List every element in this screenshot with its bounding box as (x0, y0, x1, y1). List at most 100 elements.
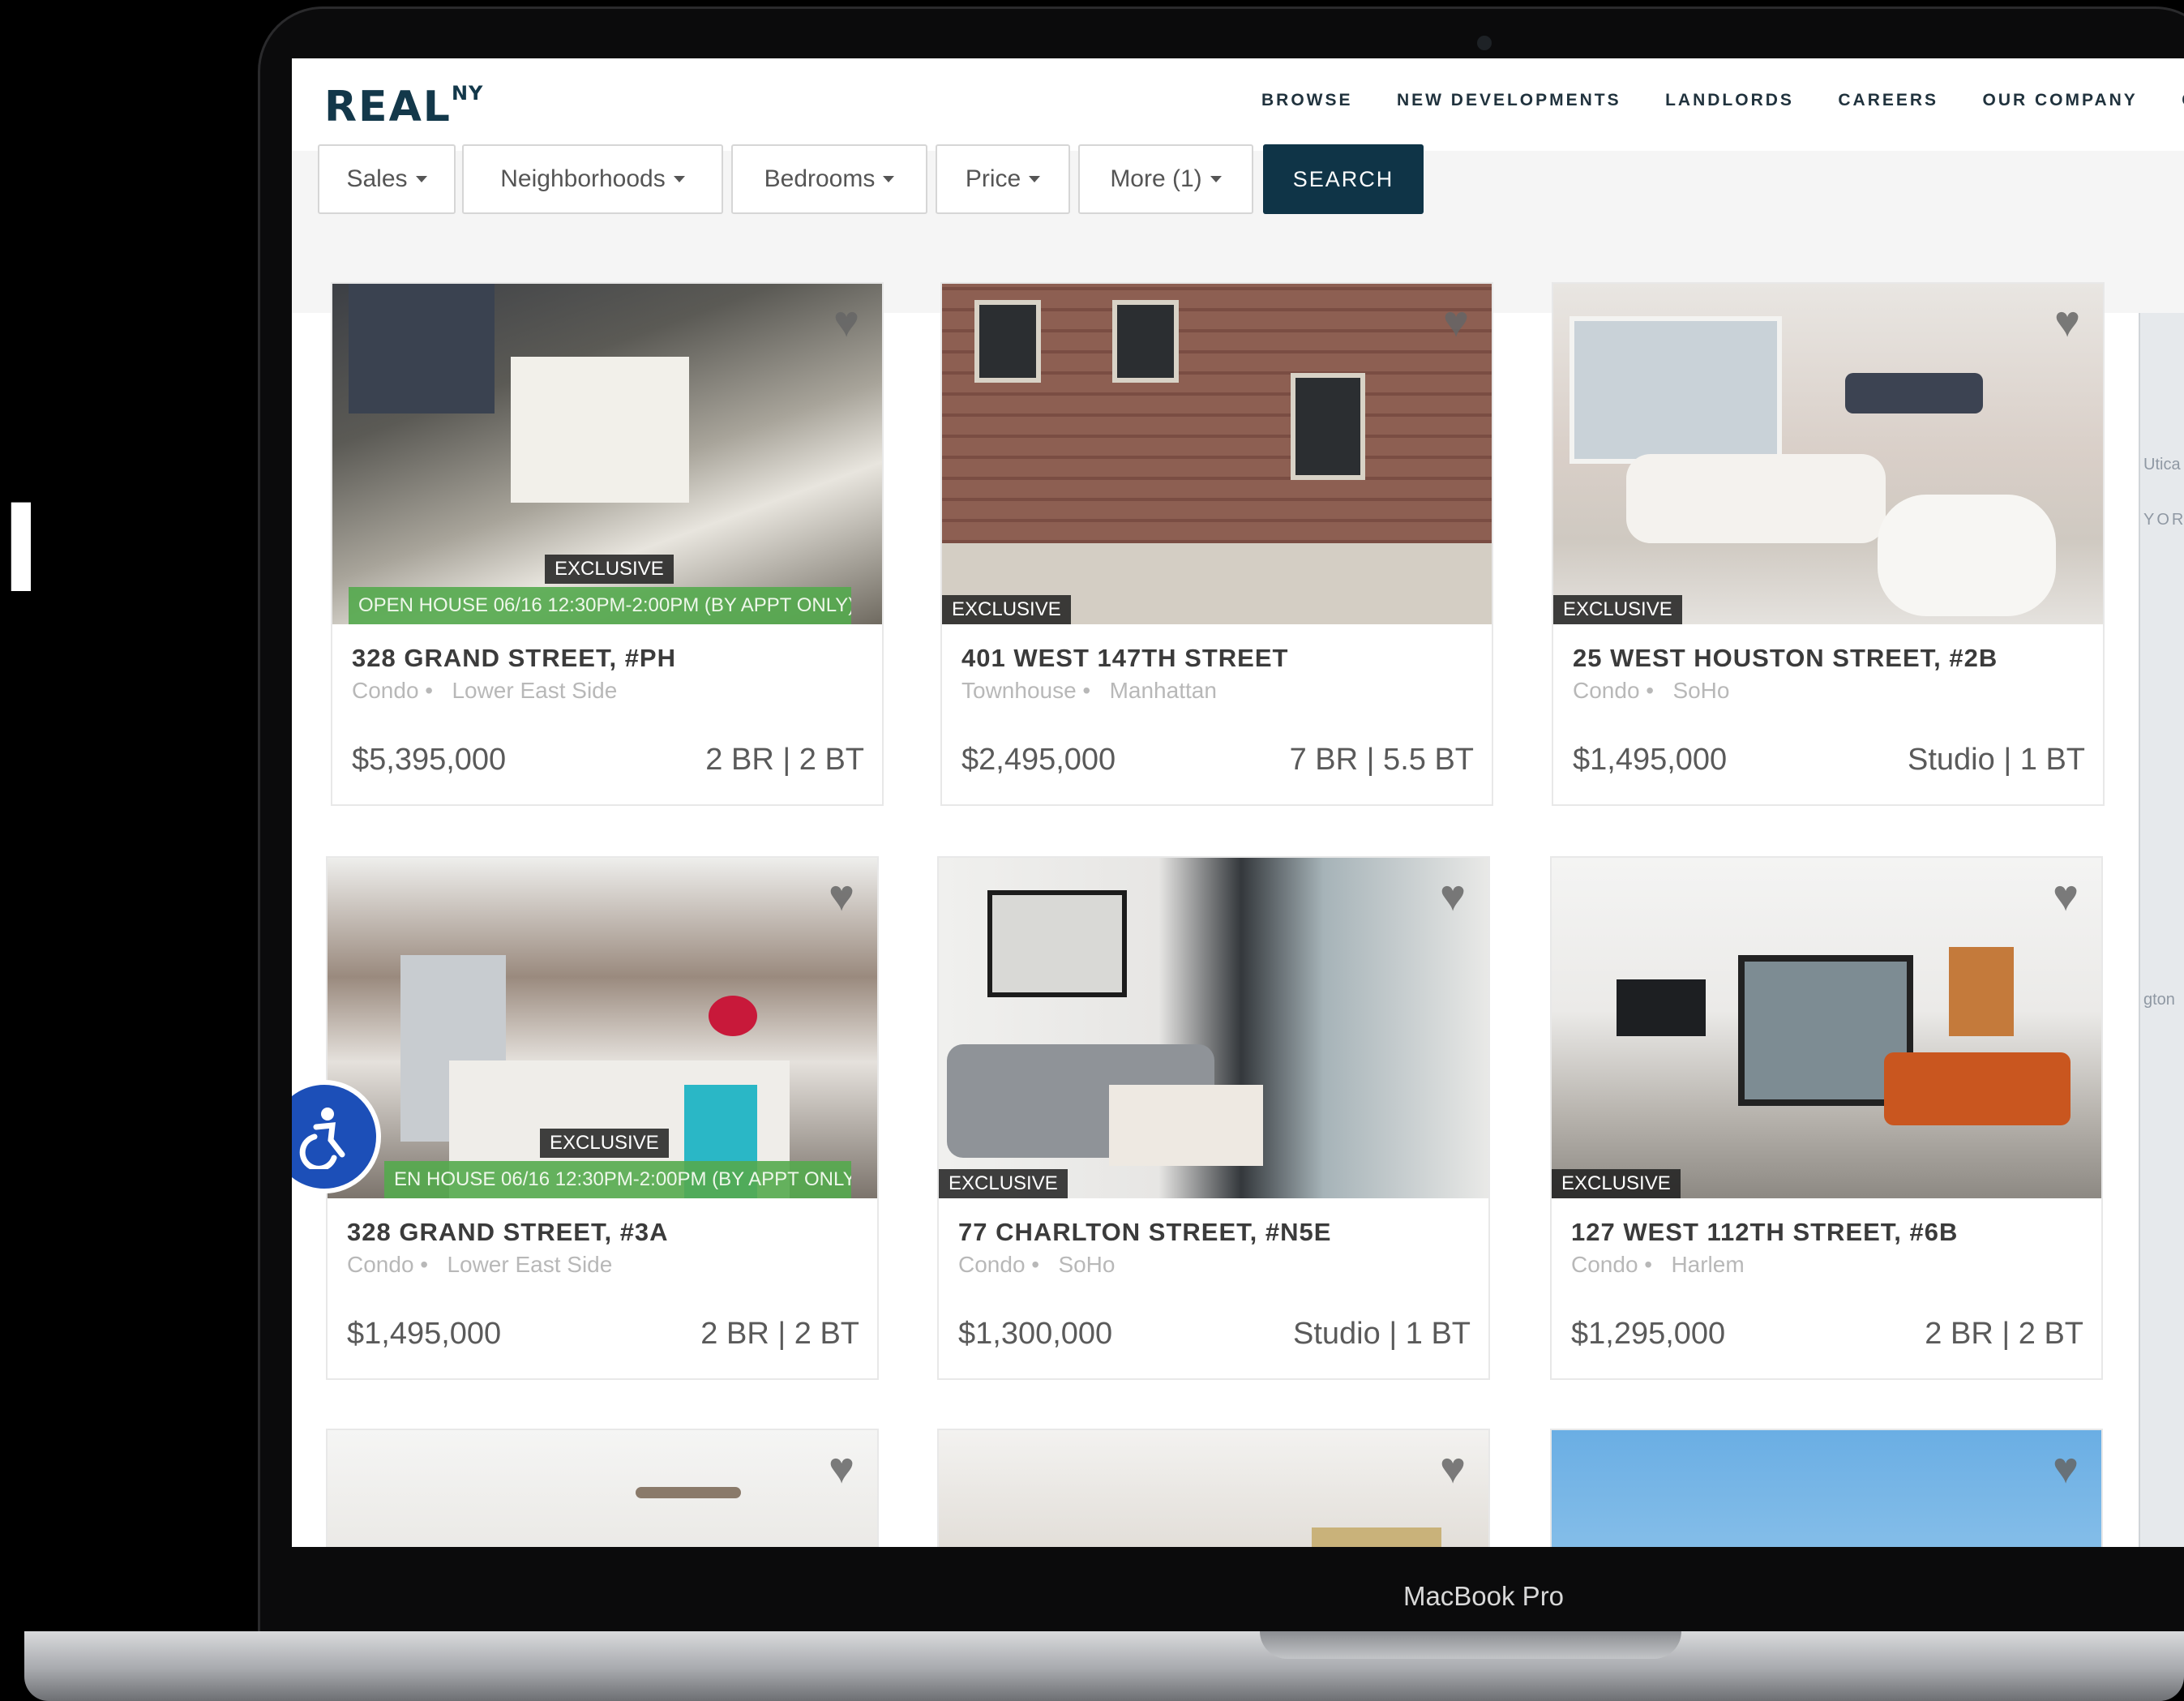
listing-card[interactable]: ♥ EXCLUSIVE EN HOUSE 06/16 12:30PM-2:00P… (326, 856, 879, 1380)
open-house-banner: OPEN HOUSE 06/16 12:30PM-2:00PM (BY APPT… (349, 587, 851, 624)
bedrooms-dropdown[interactable]: Bedrooms (731, 144, 927, 214)
photo-chair-shape (1878, 495, 2056, 616)
listing-price: $1,495,000 (1573, 743, 1728, 777)
heart-icon[interactable]: ♥ (1443, 300, 1469, 344)
exclusive-badge: EXCLUSIVE (939, 1169, 1068, 1198)
photo-table-shape (1109, 1085, 1263, 1166)
listing-type: Condo (347, 1252, 414, 1277)
photo-sofa-shape (1884, 1052, 2071, 1125)
heart-icon[interactable]: ♥ (2053, 874, 2079, 918)
listing-card[interactable]: ♥ (1550, 1429, 2103, 1547)
site-header: REALNY BROWSE NEW DEVELOPMENTS LANDLORDS… (292, 58, 2184, 152)
listing-card[interactable]: ♥ EXCLUSIVE 401 WEST 147TH STREET Townho… (940, 282, 1493, 806)
map-label-gton: gton (2143, 991, 2175, 1009)
nav-landlords[interactable]: LANDLORDS (1665, 91, 1794, 110)
listing-address[interactable]: 401 WEST 147TH STREET (961, 644, 1288, 673)
listing-card[interactable]: ♥ (937, 1429, 1490, 1547)
logo-sup: NY (451, 81, 484, 105)
more-dropdown[interactable]: More (1) (1078, 144, 1253, 214)
main-nav: BROWSE NEW DEVELOPMENTS LANDLORDS CAREER… (1261, 91, 2184, 110)
listing-photo[interactable]: ♥ EXCLUSIVE (942, 284, 1492, 624)
listing-neighborhood: SoHo (1058, 1252, 1116, 1277)
heart-icon[interactable]: ♥ (1440, 874, 1466, 918)
listing-neighborhood: Manhattan (1109, 678, 1217, 703)
site-logo[interactable]: REALNY (324, 81, 484, 131)
exclusive-badge: EXCLUSIVE (942, 595, 1071, 624)
listing-photo[interactable]: ♥ (1552, 1430, 2101, 1547)
listing-photo[interactable]: ♥ EXCLUSIVE OPEN HOUSE 06/16 12:30PM-2:0… (332, 284, 882, 624)
listing-meta: Condo • Harlem (1571, 1252, 1745, 1277)
sales-dropdown-label: Sales (346, 165, 408, 192)
map-panel[interactable]: Utica YOR gton (2139, 313, 2184, 1547)
heart-icon[interactable]: ♥ (1440, 1446, 1466, 1490)
listing-neighborhood: SoHo (1672, 678, 1730, 703)
map-label-york: YOR (2143, 511, 2184, 529)
device-label: MacBook Pro (1402, 1581, 1565, 1611)
accessibility-icon (299, 1108, 345, 1169)
listing-beds-baths: 2 BR | 2 BT (700, 1317, 859, 1351)
chevron-down-icon (883, 176, 895, 182)
neighborhoods-dropdown-label: Neighborhoods (500, 165, 666, 192)
listing-card[interactable]: ♥ EXCLUSIVE 77 CHARLTON STREET, #N5E Con… (937, 856, 1490, 1380)
listing-meta: Condo • SoHo (958, 1252, 1116, 1277)
open-house-banner: EN HOUSE 06/16 12:30PM-2:00PM (BY APPT O… (384, 1161, 851, 1198)
price-dropdown[interactable]: Price (936, 144, 1070, 214)
neighborhoods-dropdown[interactable]: Neighborhoods (462, 144, 723, 214)
listing-meta: Condo • Lower East Side (347, 1252, 613, 1277)
exclusive-badge: EXCLUSIVE (1552, 1169, 1681, 1198)
listing-price: $2,495,000 (961, 743, 1116, 777)
listing-type: Condo (958, 1252, 1026, 1277)
listing-beds-baths: 7 BR | 5.5 BT (1289, 743, 1474, 777)
listing-card[interactable]: ♥ EXCLUSIVE 25 WEST HOUSTON STREET, #2B … (1552, 282, 2105, 806)
listing-price: $1,495,000 (347, 1317, 502, 1351)
chevron-down-icon (415, 176, 427, 182)
chevron-down-icon (1210, 176, 1222, 182)
nav-careers[interactable]: CAREERS (1838, 91, 1938, 110)
nav-new-developments[interactable]: NEW DEVELOPMENTS (1397, 91, 1621, 110)
listing-address[interactable]: 127 WEST 112TH STREET, #6B (1571, 1218, 1958, 1247)
photo-wall-art-shape (987, 890, 1127, 997)
search-button[interactable]: SEARCH (1263, 144, 1424, 214)
photo-sofa-shape (1626, 454, 1886, 543)
listing-beds-baths: 2 BR | 2 BT (1925, 1317, 2083, 1351)
nav-browse[interactable]: BROWSE (1261, 91, 1353, 110)
heart-icon[interactable]: ♥ (833, 300, 859, 344)
listing-neighborhood: Lower East Side (452, 678, 618, 703)
listing-address[interactable]: 328 GRAND STREET, #3A (347, 1218, 669, 1247)
listing-photo[interactable]: ♥ (939, 1430, 1488, 1547)
photo-flowers-shape (709, 996, 757, 1036)
photo-wall-art-shape (1949, 947, 2014, 1036)
photo-building-shape (511, 357, 689, 503)
exclusive-badge: EXCLUSIVE (545, 555, 674, 584)
listing-photo[interactable]: ♥ EXCLUSIVE (939, 858, 1488, 1198)
listing-photo[interactable]: ♥ EXCLUSIVE EN HOUSE 06/16 12:30PM-2:00P… (328, 858, 877, 1198)
photo-ceiling-fan-shape (636, 1487, 741, 1498)
photo-window-shape (1112, 300, 1179, 383)
listing-address[interactable]: 25 WEST HOUSTON STREET, #2B (1573, 644, 1998, 673)
listing-meta: Condo • Lower East Side (352, 678, 618, 703)
listing-neighborhood: Harlem (1671, 1252, 1745, 1277)
heart-icon[interactable]: ♥ (829, 1446, 854, 1490)
listing-card[interactable]: ♥ EXCLUSIVE OPEN HOUSE 06/16 12:30PM-2:0… (331, 282, 884, 806)
listing-address[interactable]: 328 GRAND STREET, #PH (352, 644, 676, 673)
listing-photo[interactable]: ♥ EXCLUSIVE (1552, 858, 2101, 1198)
listing-card[interactable]: ♥ EXCLUSIVE 127 WEST 112TH STREET, #6B C… (1550, 856, 2103, 1380)
heart-icon[interactable]: ♥ (2054, 300, 2080, 344)
listing-address[interactable]: 77 CHARLTON STREET, #N5E (958, 1218, 1331, 1247)
side-letter: L (0, 496, 31, 603)
listing-price: $1,300,000 (958, 1317, 1113, 1351)
heart-icon[interactable]: ♥ (829, 874, 854, 918)
sales-dropdown[interactable]: Sales (318, 144, 456, 214)
photo-wall-art-shape (1845, 373, 1983, 413)
listing-photo[interactable]: ♥ EXCLUSIVE (1553, 284, 2103, 624)
listing-photo[interactable]: ♥ (328, 1430, 877, 1547)
photo-window-shape (1569, 316, 1782, 464)
camera-icon (1477, 36, 1492, 50)
listing-card[interactable]: ♥ (326, 1429, 879, 1547)
listing-beds-baths: Studio | 1 BT (1293, 1317, 1471, 1351)
listing-beds-baths: 2 BR | 2 BT (705, 743, 864, 777)
listing-price: $5,395,000 (352, 743, 507, 777)
heart-icon[interactable]: ♥ (2053, 1446, 2079, 1490)
nav-our-company[interactable]: OUR COMPANY (1983, 91, 2138, 110)
listing-neighborhood: Lower East Side (447, 1252, 613, 1277)
